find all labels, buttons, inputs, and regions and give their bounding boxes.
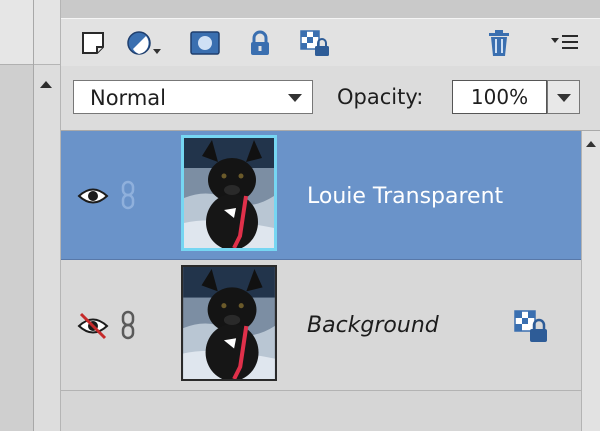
- blend-mode-value: Normal: [90, 86, 166, 110]
- layer-name: Louie Transparent: [307, 184, 504, 209]
- opacity-field[interactable]: [452, 80, 547, 114]
- blend-mode-chevron-down-icon: [288, 94, 302, 102]
- eye-icon[interactable]: [77, 184, 109, 208]
- layers-list: Louie Transparent Background: [61, 131, 581, 431]
- panel-menu-icon[interactable]: [549, 29, 583, 57]
- eye-hidden-icon[interactable]: [77, 312, 109, 340]
- opacity-label: Opacity:: [337, 85, 424, 109]
- layer-thumbnail[interactable]: [181, 265, 277, 381]
- blend-options-row: Normal Opacity:: [61, 66, 600, 131]
- opacity-dropdown-button[interactable]: [547, 80, 580, 114]
- layer-name: Background: [307, 313, 439, 338]
- side-scroll-top: [34, 0, 60, 65]
- left-edge-top-block: [0, 0, 33, 65]
- opacity-chevron-down-icon: [557, 94, 571, 102]
- blend-mode-select[interactable]: Normal: [73, 80, 313, 114]
- layer-row-background[interactable]: Background: [61, 260, 581, 391]
- scroll-up-arrow-icon[interactable]: [40, 81, 52, 88]
- lock-all-icon[interactable]: [246, 29, 274, 57]
- layer-row-louie-transparent[interactable]: Louie Transparent: [61, 131, 581, 260]
- left-edge-panel: [0, 0, 34, 431]
- fill-adjustment-layer-icon[interactable]: [125, 29, 165, 57]
- link-layer-icon[interactable]: [119, 180, 137, 210]
- new-layer-icon[interactable]: [79, 29, 107, 57]
- layer-thumbnail[interactable]: [181, 135, 277, 251]
- lock-transparency-icon[interactable]: [299, 29, 331, 57]
- layers-scrollbar[interactable]: [581, 131, 600, 431]
- layer-mask-icon[interactable]: [189, 29, 221, 57]
- panel-side-scroll[interactable]: [34, 0, 61, 431]
- transparency-lock-icon: [513, 309, 547, 343]
- delete-layer-icon[interactable]: [485, 29, 513, 57]
- layers-toolbar: [61, 18, 600, 67]
- scroll-up-arrow-icon[interactable]: [586, 141, 596, 147]
- link-layer-icon[interactable]: [119, 310, 137, 340]
